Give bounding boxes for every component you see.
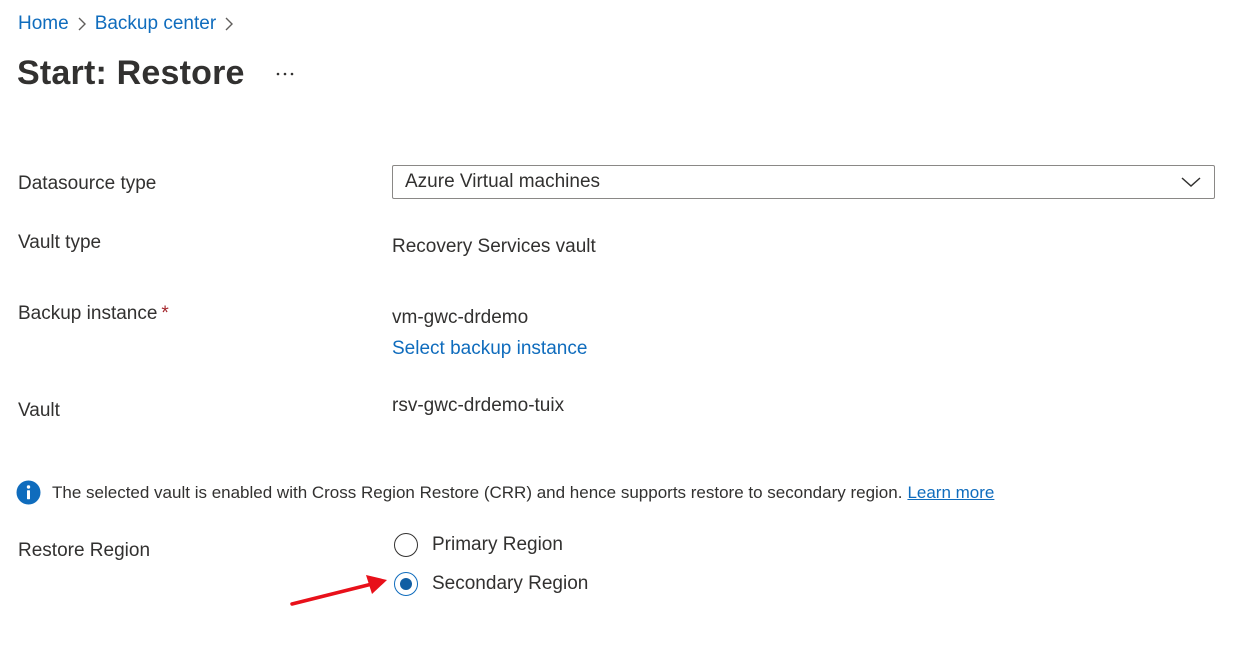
info-text: The selected vault is enabled with Cross… [52,482,903,502]
radio-checked-icon[interactable] [394,572,418,596]
backup-instance-label: Backup instance * [18,303,169,325]
chevron-right-icon [216,12,242,36]
datasource-type-selected: Azure Virtual machines [405,171,601,192]
vault-label: Vault [18,400,60,421]
radio-dot [400,578,412,590]
more-ellipsis-icon[interactable] [270,64,300,84]
required-marker: * [161,303,169,324]
annotation-arrow-icon [290,575,387,606]
backup-instance-label-text: Backup instance [18,303,158,324]
radio-primary-region-label: Primary Region [432,534,563,555]
info-icon [16,480,41,505]
page-title: Start: Restore [17,54,245,92]
backup-instance-value: vm-gwc-drdemo [392,307,529,328]
vault-value: rsv-gwc-drdemo-tuix [392,395,565,416]
breadcrumb-home[interactable]: Home [18,13,69,35]
radio-unchecked-icon[interactable] [394,533,418,557]
datasource-type-dropdown[interactable]: Azure Virtual machines [392,165,1215,199]
chevron-down-icon [1181,177,1201,188]
select-backup-instance-link[interactable]: Select backup instance [392,338,587,360]
datasource-type-label: Datasource type [18,173,157,194]
breadcrumb: Home Backup center [18,12,242,36]
learn-more-link[interactable]: Learn more [907,483,994,503]
radio-secondary-region-label: Secondary Region [432,573,589,594]
vault-type-value: Recovery Services vault [392,236,596,257]
radio-secondary-region[interactable]: Secondary Region [394,572,588,596]
radio-primary-region[interactable]: Primary Region [394,533,563,557]
vault-type-label: Vault type [18,232,102,253]
restore-page: Home Backup center Start: Restore Dataso… [0,0,1233,667]
restore-region-label: Restore Region [18,540,151,561]
chevron-right-icon [69,12,95,36]
crr-info-message: The selected vault is enabled with Cross… [16,480,994,505]
breadcrumb-backup-center[interactable]: Backup center [95,13,216,35]
